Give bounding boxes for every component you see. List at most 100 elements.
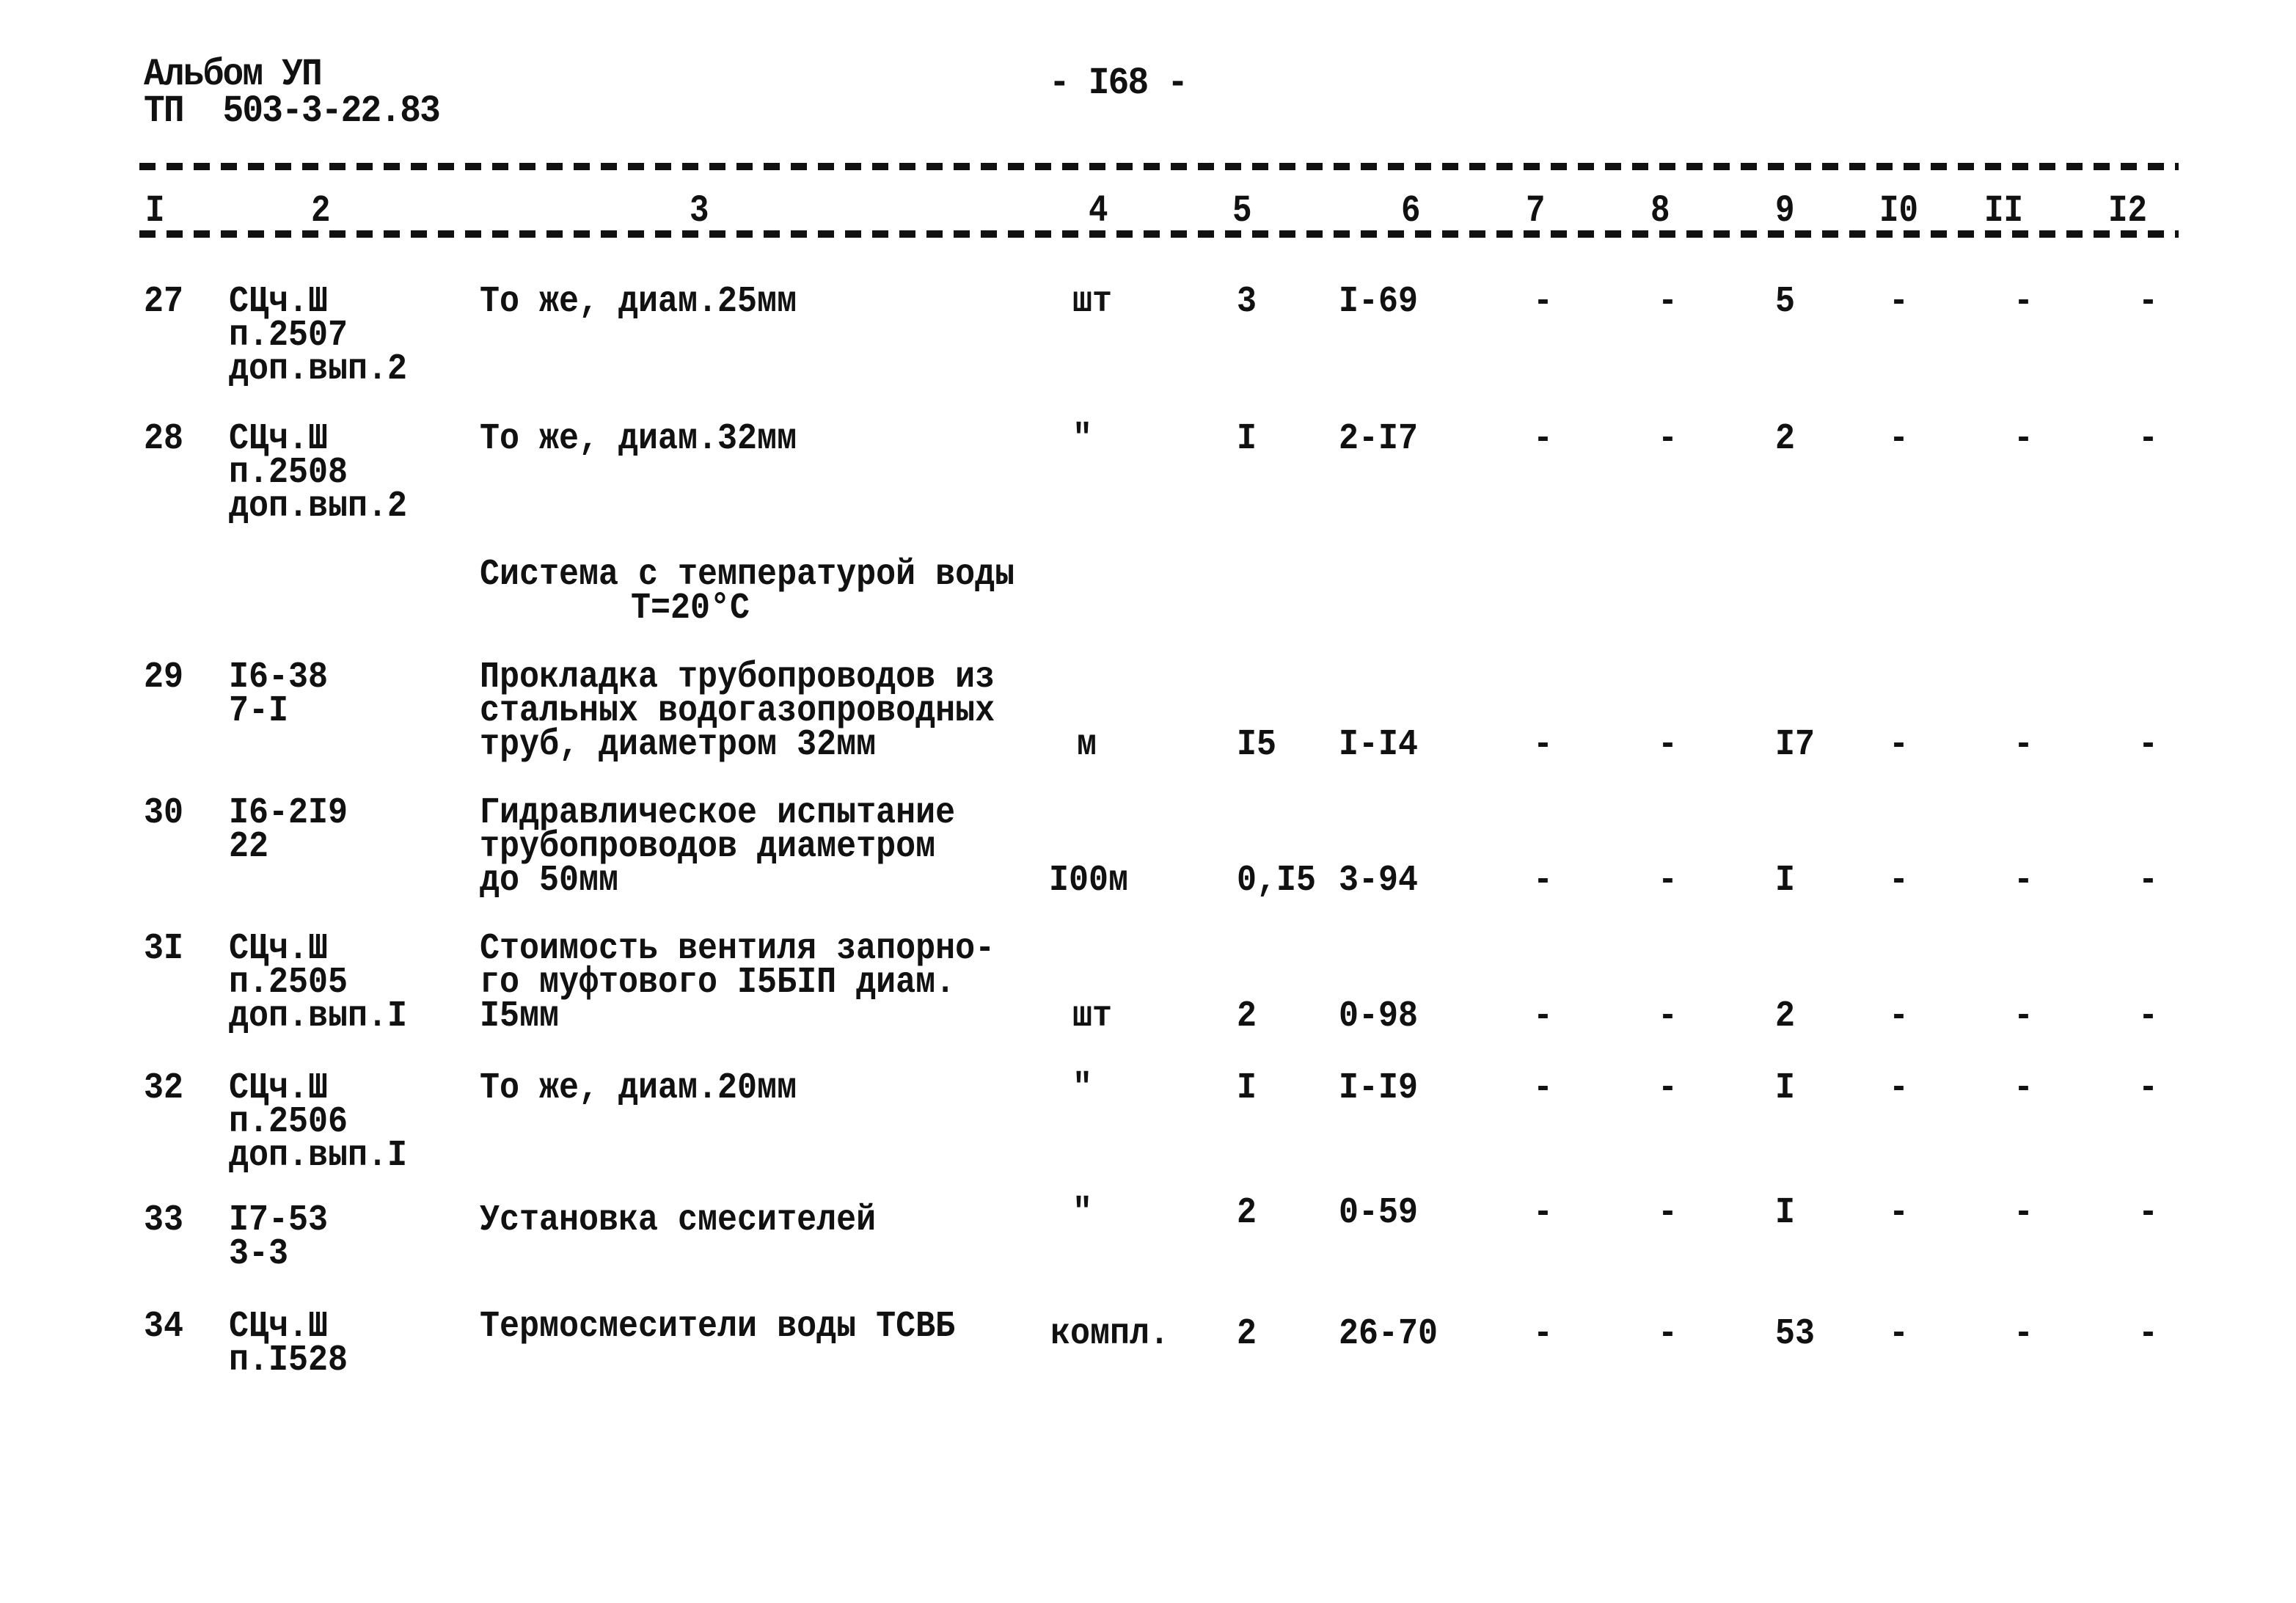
column-9-value: 2 [1775,996,1796,1037]
work-description: Термосмесители воды ТСВБ [480,1306,956,1348]
column-8-value: - [1658,860,1678,902]
row-number: 27 [144,281,184,323]
column-7-value: - [1533,1192,1554,1234]
column-12-value: - [2138,724,2159,766]
column-11-value: - [2014,1192,2034,1234]
column-12-value: - [2138,1067,2159,1109]
quantity: 2 [1237,1313,1257,1355]
column-9-value: I7 [1775,724,1816,766]
unit-of-measure: " [1072,1067,1093,1109]
column-header: II [1984,189,2024,233]
column-11-value: - [2014,996,2034,1037]
unit-price: I-69 [1339,281,1419,323]
column-7-value: - [1533,281,1554,323]
norm-reference: доп.вып.I [229,1135,408,1177]
column-10-value: - [1889,1192,1909,1234]
quantity: 2 [1237,1192,1257,1234]
column-header: 9 [1775,189,1795,233]
column-header: I2 [2108,189,2148,233]
column-9-value: I [1775,860,1796,902]
norm-reference: доп.вып.I [229,996,408,1037]
norm-reference: п.I528 [229,1340,348,1381]
album-label: Альбом УП [144,53,323,96]
column-header: 3 [690,189,709,233]
column-8-value: - [1658,1192,1678,1234]
unit-price: 2-I7 [1339,418,1419,460]
norm-reference: доп.вып.2 [229,486,408,527]
column-8-value: - [1658,418,1678,460]
column-9-value: I [1775,1192,1796,1234]
row-number: 29 [144,657,184,698]
row-number: 3I [144,928,184,970]
project-code: ТП 503-3-22.83 [144,90,441,133]
column-header: I [145,189,165,233]
column-11-value: - [2014,1067,2034,1109]
column-10-value: - [1889,860,1909,902]
work-description: I5мм [480,996,560,1037]
norm-reference: 3-3 [229,1233,289,1275]
work-description: То же, диам.20мм [480,1067,797,1109]
column-10-value: - [1889,418,1909,460]
column-9-value: 53 [1775,1313,1816,1355]
column-12-value: - [2138,1192,2159,1234]
unit-price: I-I9 [1339,1067,1419,1109]
column-7-value: - [1533,724,1554,766]
column-12-value: - [2138,418,2159,460]
quantity: I [1237,1067,1257,1109]
section-subtitle: Т=20°С [631,588,750,629]
work-description: Установка смесителей [480,1199,877,1241]
norm-reference: 7-I [229,690,289,732]
column-8-value: - [1658,724,1678,766]
work-description: до 50мм [480,860,619,902]
quantity: 2 [1237,996,1257,1037]
column-9-value: 2 [1775,418,1796,460]
column-10-value: - [1889,1067,1909,1109]
table-top-rule [139,163,2179,170]
column-header: 8 [1650,189,1670,233]
column-11-value: - [2014,860,2034,902]
norm-reference: доп.вып.2 [229,348,408,390]
column-10-value: - [1889,996,1909,1037]
unit-price: 0-98 [1339,996,1419,1037]
quantity: 0,I5 [1237,860,1317,902]
column-8-value: - [1658,1067,1678,1109]
column-header: 2 [311,189,331,233]
unit-price: 3-94 [1339,860,1419,902]
work-description: труб, диаметром 32мм [480,724,877,766]
column-header: 5 [1232,189,1252,233]
page-number: - I68 - [1049,62,1188,105]
column-8-value: - [1658,281,1678,323]
unit-of-measure: компл. [1050,1313,1170,1355]
column-8-value: - [1658,1313,1678,1355]
row-number: 32 [144,1067,184,1109]
quantity: I5 [1237,724,1277,766]
column-header: 6 [1401,189,1421,233]
table-header-rule [139,230,2179,238]
unit-price: 0-59 [1339,1192,1419,1234]
work-description: То же, диам.32мм [480,418,797,460]
column-11-value: - [2014,724,2034,766]
column-7-value: - [1533,1067,1554,1109]
row-number: 34 [144,1306,184,1348]
column-10-value: - [1889,724,1909,766]
column-12-value: - [2138,996,2159,1037]
row-number: 28 [144,418,184,460]
quantity: 3 [1237,281,1257,323]
unit-of-measure: I00м [1049,860,1129,902]
column-header: I0 [1879,189,1919,233]
unit-price: 26-70 [1339,1313,1438,1355]
column-11-value: - [2014,1313,2034,1355]
column-9-value: 5 [1775,281,1796,323]
row-number: 33 [144,1199,184,1241]
column-8-value: - [1658,996,1678,1037]
column-header: 4 [1089,189,1108,233]
column-12-value: - [2138,1313,2159,1355]
column-10-value: - [1889,281,1909,323]
column-7-value: - [1533,1313,1554,1355]
column-7-value: - [1533,418,1554,460]
norm-reference: 22 [229,826,269,868]
column-11-value: - [2014,281,2034,323]
unit-of-measure: " [1072,1192,1093,1234]
column-11-value: - [2014,418,2034,460]
quantity: I [1237,418,1257,460]
